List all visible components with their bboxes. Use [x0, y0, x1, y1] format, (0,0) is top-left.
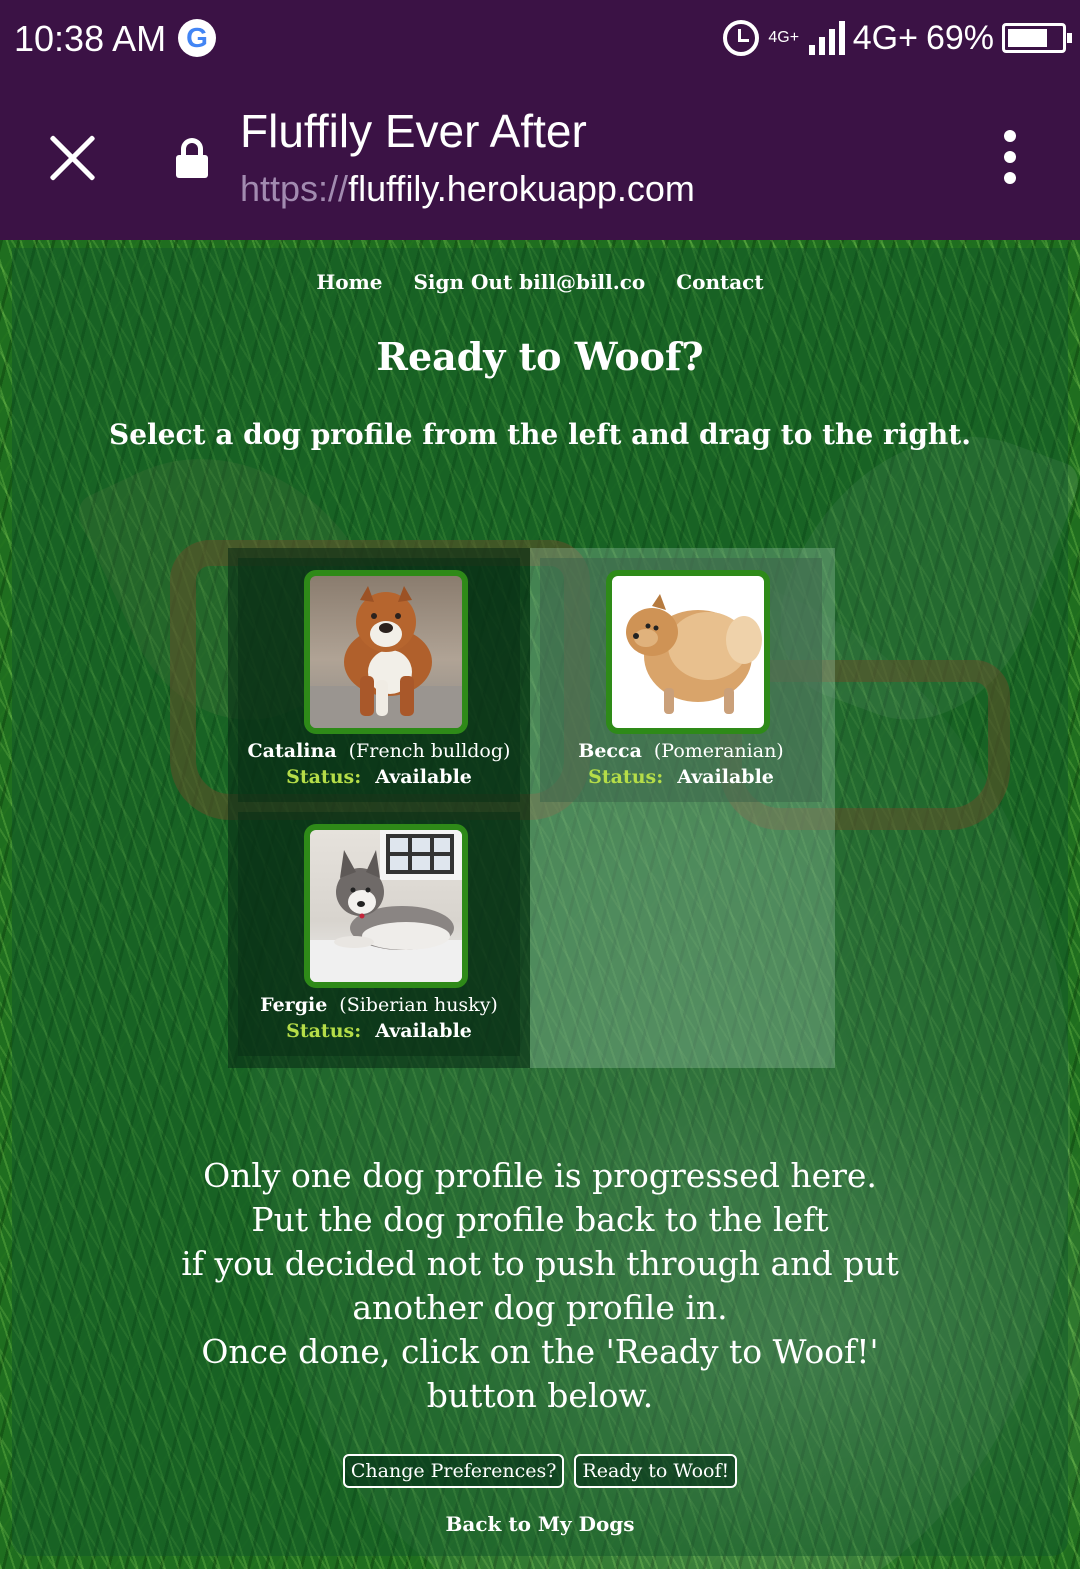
page-title: Fluffily Ever After	[240, 105, 587, 157]
dog-card-becca[interactable]: Becca (Pomeranian) Status: Available	[540, 558, 822, 802]
heading: Ready to Woof?	[376, 334, 704, 379]
status-value: Available	[375, 1020, 472, 1042]
alarm-icon	[722, 20, 759, 56]
nav-bar: Home Sign Out bill@bill.co Contact	[12, 270, 1068, 294]
note-line: another dog profile in.	[352, 1288, 728, 1327]
status-value: Available	[375, 766, 472, 788]
dog-card-fergie[interactable]: Fergie (Siberian husky) Status: Available	[238, 812, 520, 1056]
status-label: Status:	[588, 766, 664, 788]
network-type-small: 4G+	[768, 29, 800, 46]
status-icons: 4G+ 4G+ 69%	[722, 14, 1072, 62]
content-panel: Home Sign Out bill@bill.co Contact Ready…	[12, 248, 1068, 1556]
nav-contact[interactable]: Contact	[676, 270, 763, 294]
instruction-text: Select a dog profile from the left and d…	[109, 418, 971, 451]
dog-name: Catalina	[247, 740, 337, 762]
dog-card-catalina[interactable]: Catalina (French bulldog) Status: Availabl…	[238, 558, 520, 802]
dog-name-line: Becca (Pomeranian)	[540, 740, 822, 762]
google-letter: G	[186, 22, 208, 53]
grass-background: Home Sign Out bill@bill.co Contact Ready…	[0, 240, 1080, 1569]
status-time: 10:38 AM	[14, 18, 167, 59]
battery-icon	[1002, 23, 1072, 53]
dog-name: Fergie	[260, 994, 328, 1016]
ready-to-woof-button[interactable]: Ready to Woof!	[574, 1454, 738, 1488]
url-bar[interactable]: https://fluffily.herokuapp.com	[240, 168, 695, 210]
url-scheme: https://	[240, 168, 349, 209]
note-line: if you decided not to push through and p…	[181, 1244, 899, 1283]
status-label: Status:	[286, 766, 362, 788]
instructions-note: Only one dog profile is progressed here.…	[12, 1154, 1068, 1418]
note-line: Once done, click on the 'Ready to Woof!'	[201, 1332, 879, 1371]
dog-name-line: Fergie (Siberian husky)	[238, 994, 520, 1016]
change-preferences-button[interactable]: Change Preferences?	[342, 1454, 565, 1488]
pomeranian-photo	[606, 570, 770, 734]
status-bar: 10:38 AM G 4G+ 4G+ 69%	[0, 0, 1080, 78]
lock-icon[interactable]	[176, 138, 208, 178]
more-vert-icon[interactable]	[996, 130, 1024, 186]
url-host: fluffily.herokuapp.com	[348, 168, 695, 209]
note-line: Only one dog profile is progressed here.	[203, 1156, 877, 1195]
nav-sign-out[interactable]: Sign Out bill@bill.co	[413, 270, 645, 294]
google-icon: G	[178, 19, 216, 57]
dog-name: Becca	[578, 740, 642, 762]
dog-name-line: Catalina (French bulldog)	[238, 740, 520, 762]
available-dogs-column[interactable]: Catalina (French bulldog) Status: Availabl…	[228, 548, 530, 1068]
back-to-my-dogs-link[interactable]: Back to My Dogs	[12, 1512, 1068, 1536]
status-label: Status:	[286, 1020, 362, 1042]
note-line: Put the dog profile back to the left	[251, 1200, 829, 1239]
french-bulldog-photo	[304, 570, 468, 734]
note-line: button below.	[426, 1376, 654, 1415]
siberian-husky-photo	[304, 824, 468, 988]
dog-breed: (Siberian husky)	[339, 994, 498, 1016]
close-icon[interactable]	[44, 130, 100, 186]
selected-dog-column[interactable]: Becca (Pomeranian) Status: Available	[530, 548, 835, 1068]
signal-icon	[808, 21, 845, 55]
nav-home[interactable]: Home	[316, 270, 382, 294]
network-type: 4G+	[852, 18, 918, 57]
dog-status-line: Status: Available	[238, 1020, 520, 1042]
browser-toolbar: Fluffily Ever After https://fluffily.her…	[0, 78, 1080, 240]
dog-status-line: Status: Available	[540, 766, 822, 788]
dog-status-line: Status: Available	[238, 766, 520, 788]
dog-breed: (Pomeranian)	[653, 740, 784, 762]
action-buttons: Change Preferences? Ready to Woof!	[12, 1454, 1068, 1488]
status-value: Available	[677, 766, 774, 788]
dog-breed: (French bulldog)	[348, 740, 511, 762]
battery-percent: 69%	[925, 18, 994, 57]
